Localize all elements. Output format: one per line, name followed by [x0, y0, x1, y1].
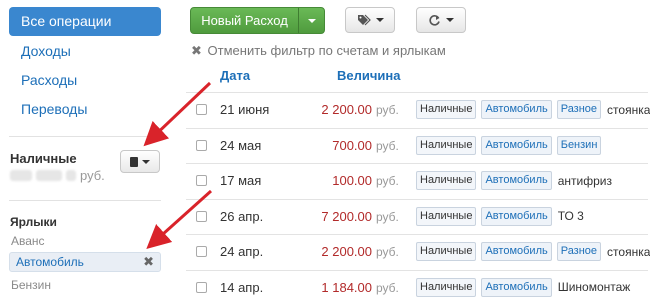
arrow-to-account [143, 81, 212, 147]
annotation-arrows [143, 81, 213, 250]
arrow-to-tag [146, 189, 213, 250]
